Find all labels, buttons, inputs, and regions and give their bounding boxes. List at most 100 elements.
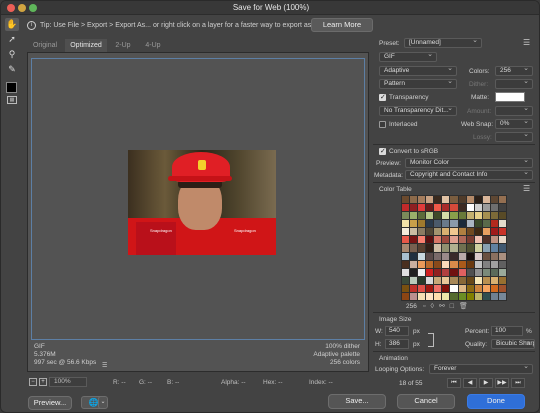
color-table-swatch[interactable]	[410, 268, 418, 276]
color-table-swatch[interactable]	[434, 196, 442, 204]
color-table-swatch[interactable]	[418, 244, 426, 252]
color-table-swatch[interactable]	[450, 252, 458, 260]
color-table-swatch[interactable]	[458, 284, 466, 292]
color-table-swatch[interactable]	[490, 268, 498, 276]
color-table-swatch[interactable]	[474, 244, 482, 252]
color-table-swatch[interactable]	[458, 204, 466, 212]
slice-select-icon[interactable]: ➚	[5, 33, 19, 46]
play-button[interactable]: ▶	[479, 378, 493, 388]
color-table-swatch[interactable]	[426, 276, 434, 284]
color-table-swatch[interactable]	[402, 260, 410, 268]
file-format-select[interactable]: GIF	[379, 52, 437, 62]
color-table-swatch[interactable]	[474, 276, 482, 284]
save-button[interactable]: Save...	[328, 394, 386, 409]
color-table-swatch[interactable]	[418, 284, 426, 292]
preview-in-browser-button[interactable]: Preview...	[28, 396, 72, 410]
previous-frame-button[interactable]: ◀	[463, 378, 477, 388]
color-table-swatch[interactable]	[442, 212, 450, 220]
color-table-swatch[interactable]	[402, 244, 410, 252]
color-table-swatch[interactable]	[442, 244, 450, 252]
color-table-swatch[interactable]	[466, 244, 474, 252]
color-table-grid[interactable]	[401, 195, 507, 301]
tab-optimized[interactable]: Optimized	[65, 39, 107, 52]
color-table-swatch[interactable]	[418, 292, 426, 300]
color-table-swatch[interactable]	[434, 268, 442, 276]
color-table-swatch[interactable]	[434, 220, 442, 228]
color-table-swatch[interactable]	[474, 260, 482, 268]
color-table-swatch[interactable]	[410, 236, 418, 244]
color-table-swatch[interactable]	[410, 292, 418, 300]
learn-more-button[interactable]: Learn More	[311, 18, 373, 32]
preview-canvas[interactable]: Snapdragon Snapdragon GIF 5.376M 997 sec…	[27, 52, 369, 372]
tab-original[interactable]: Original	[27, 39, 63, 52]
color-table-swatch[interactable]	[482, 292, 490, 300]
color-table-swatch[interactable]	[498, 204, 506, 212]
color-table-menu-icon[interactable]: ☰	[523, 184, 530, 193]
colors-select[interactable]: 256	[495, 66, 533, 76]
color-table-swatch[interactable]	[466, 228, 474, 236]
color-table-swatch[interactable]	[466, 292, 474, 300]
color-table-swatch[interactable]	[490, 220, 498, 228]
matte-color-swatch[interactable]	[495, 92, 525, 102]
color-reduction-select[interactable]: Adaptive	[379, 66, 457, 76]
color-table-swatch[interactable]	[498, 268, 506, 276]
hand-icon[interactable]: ✋	[5, 18, 19, 31]
color-table-swatch[interactable]	[490, 228, 498, 236]
dither-algorithm-select[interactable]: Pattern	[379, 79, 457, 89]
interlaced-checkbox[interactable]	[379, 121, 386, 128]
color-table-swatch[interactable]	[434, 276, 442, 284]
color-table-swatch[interactable]	[490, 244, 498, 252]
color-table-swatch[interactable]	[466, 252, 474, 260]
eyedropper-color-swatch[interactable]	[6, 82, 17, 93]
color-table-swatch[interactable]	[482, 228, 490, 236]
color-table-swatch[interactable]	[490, 276, 498, 284]
color-table-swatch[interactable]	[442, 292, 450, 300]
color-table-swatch[interactable]	[466, 236, 474, 244]
color-table-swatch[interactable]	[442, 284, 450, 292]
zoom-icon[interactable]: ⚲	[5, 48, 19, 61]
color-table-swatch[interactable]	[402, 276, 410, 284]
color-table-swatch[interactable]	[450, 284, 458, 292]
color-table-swatch[interactable]	[426, 292, 434, 300]
color-table-swatch[interactable]	[466, 276, 474, 284]
color-table-swatch[interactable]	[426, 228, 434, 236]
zoom-level-select[interactable]: 100%	[49, 377, 87, 387]
next-frame-button[interactable]: ▶▶	[495, 378, 509, 388]
color-table-swatch[interactable]	[410, 228, 418, 236]
color-table-swatch[interactable]	[490, 204, 498, 212]
color-table-swatch[interactable]	[434, 284, 442, 292]
chevron-down-icon[interactable]: ⌄	[98, 396, 108, 409]
color-table-swatch[interactable]	[410, 244, 418, 252]
convert-srgb-checkbox[interactable]	[379, 147, 386, 155]
color-table-swatch[interactable]	[434, 244, 442, 252]
web-snap-select[interactable]: 0%	[495, 119, 533, 129]
toggle-slices-icon[interactable]: ▦	[7, 96, 17, 104]
color-table-swatch[interactable]	[450, 236, 458, 244]
color-table-swatch[interactable]	[410, 220, 418, 228]
color-table-swatch[interactable]	[410, 284, 418, 292]
color-table-swatch[interactable]	[482, 252, 490, 260]
color-table-swatch[interactable]	[402, 196, 410, 204]
color-table-swatch[interactable]	[442, 260, 450, 268]
color-table-swatch[interactable]	[418, 260, 426, 268]
done-button[interactable]: Done	[467, 394, 525, 409]
color-table-swatch[interactable]	[426, 268, 434, 276]
color-table-swatch[interactable]	[418, 220, 426, 228]
color-table-swatch[interactable]	[482, 220, 490, 228]
color-table-swatch[interactable]	[434, 212, 442, 220]
first-frame-button[interactable]: ⏮	[447, 378, 461, 388]
color-table-swatch[interactable]	[498, 236, 506, 244]
color-table-swatch[interactable]	[450, 260, 458, 268]
color-table-swatch[interactable]	[410, 260, 418, 268]
color-table-swatch[interactable]	[498, 220, 506, 228]
color-table-swatch[interactable]	[410, 212, 418, 220]
color-table-swatch[interactable]	[482, 196, 490, 204]
color-table-swatch[interactable]	[442, 196, 450, 204]
color-table-swatch[interactable]	[458, 292, 466, 300]
constrain-proportions-icon[interactable]	[428, 333, 434, 347]
tab-4-up[interactable]: 4-Up	[139, 39, 167, 52]
width-input[interactable]: 540	[385, 326, 409, 336]
color-table-swatch[interactable]	[442, 220, 450, 228]
color-table-swatch[interactable]	[490, 212, 498, 220]
color-table-swatch[interactable]	[410, 196, 418, 204]
